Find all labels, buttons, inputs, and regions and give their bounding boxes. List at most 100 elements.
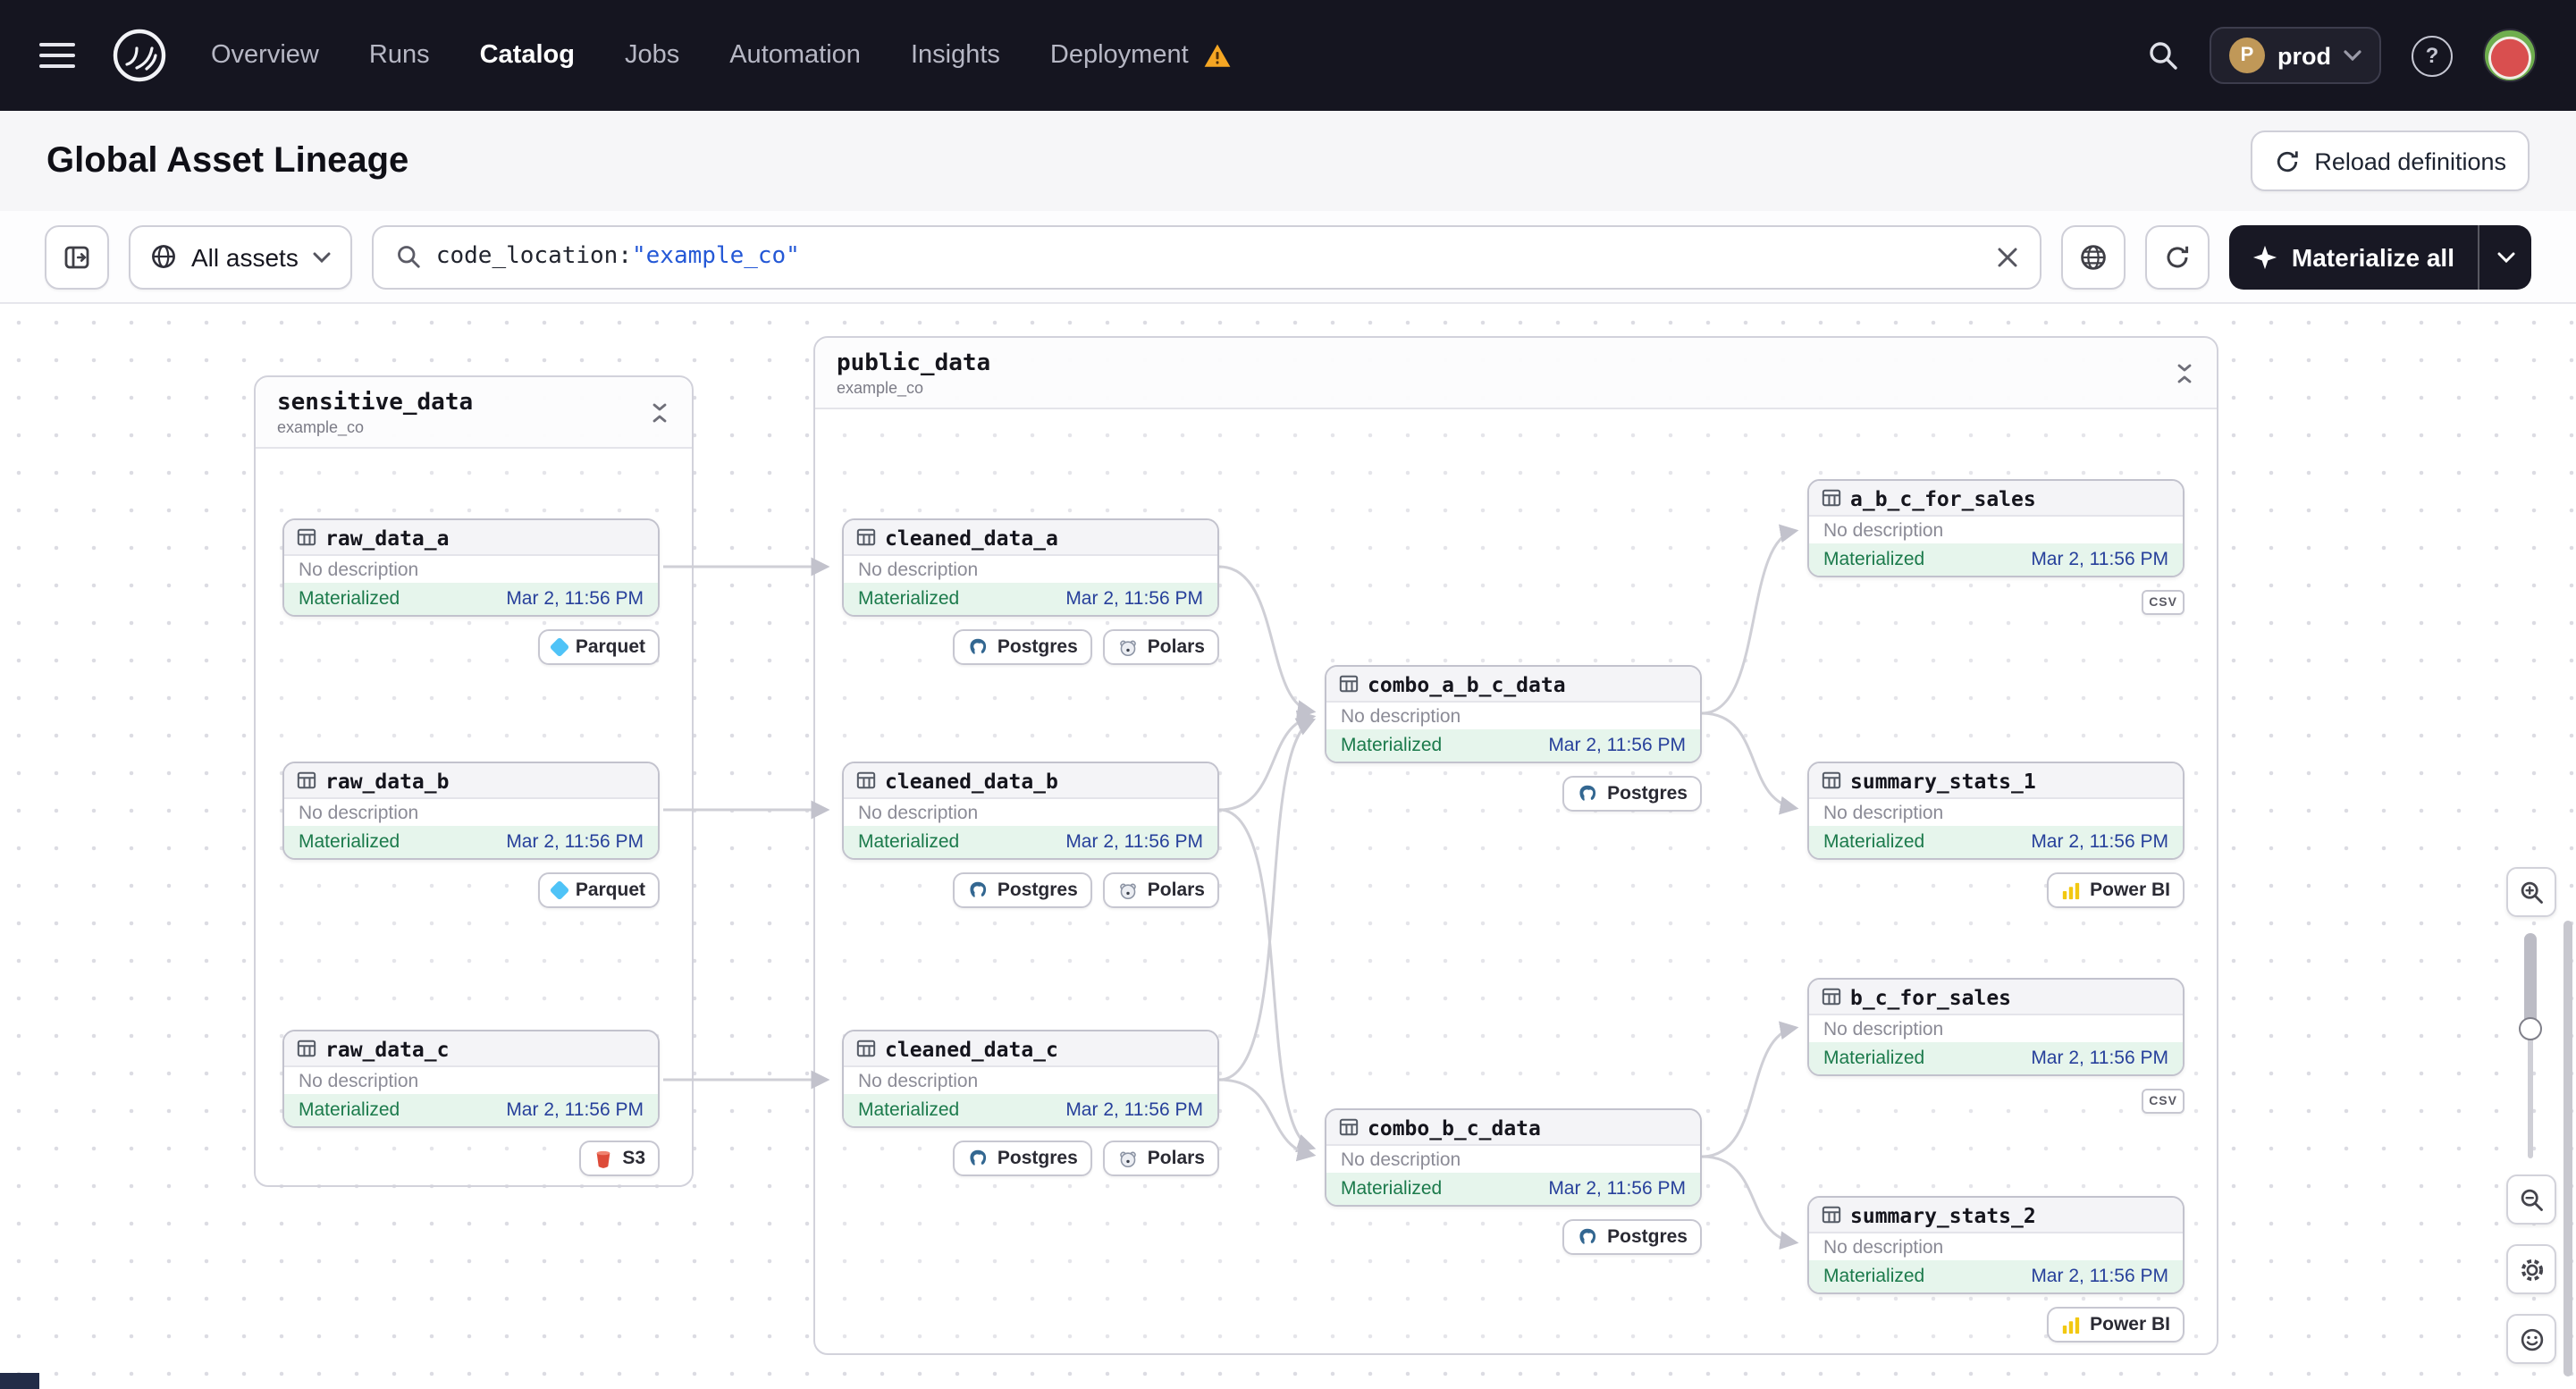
tag-csv[interactable]: CSV [2142, 590, 2185, 615]
refresh-button[interactable] [2144, 224, 2210, 289]
tag-label: Postgres [1607, 783, 1688, 804]
asset-tags: Parquet [282, 629, 660, 665]
nav-item-catalog[interactable]: Catalog [480, 41, 575, 70]
dagster-logo-icon[interactable] [111, 27, 168, 84]
asset-node-summary-stats-1[interactable]: summary_stats_1 No description Materiali… [1807, 762, 2185, 860]
globe-icon [150, 243, 177, 270]
asset-node-b-c-for-sales[interactable]: b_c_for_sales No description Materialize… [1807, 978, 2185, 1076]
asset-timestamp: Mar 2, 11:56 PM [2031, 1266, 2168, 1287]
hamburger-menu-icon[interactable] [39, 43, 75, 68]
table-icon [856, 770, 876, 790]
zoom-in-button[interactable] [2506, 867, 2556, 917]
deployment-switcher[interactable]: P prod [2210, 27, 2381, 84]
group-name: sensitive_data [277, 389, 474, 416]
asset-node-summary-stats-2[interactable]: summary_stats_2 No description Materiali… [1807, 1196, 2185, 1294]
tag-csv[interactable]: CSV [2142, 1089, 2185, 1114]
settings-gear-button[interactable] [2506, 1244, 2556, 1294]
nav-label: Automation [729, 41, 861, 70]
tag-postgres[interactable]: Postgres [952, 629, 1092, 665]
nav-label: Catalog [479, 41, 575, 70]
deployment-label: prod [2277, 42, 2331, 69]
nav-item-runs[interactable]: Runs [369, 41, 430, 70]
asset-status: Materialized [1341, 735, 1443, 756]
asset-description: No description [1823, 519, 1944, 541]
vertical-scrollbar[interactable] [2563, 921, 2572, 1376]
asset-tags: Postgres [1325, 776, 1702, 812]
powerbi-icon [2061, 880, 2081, 900]
tag-postgres[interactable]: Postgres [952, 1141, 1092, 1176]
postgres-icon [1577, 783, 1598, 804]
tag-parquet[interactable]: Parquet [537, 872, 660, 908]
tag-polars[interactable]: Polars [1102, 1141, 1219, 1176]
postgres-icon [1577, 1226, 1598, 1248]
tag-polars[interactable]: Polars [1102, 872, 1219, 908]
reload-definitions-label: Reload definitions [2314, 147, 2506, 174]
collapse-group-icon[interactable] [2174, 362, 2195, 383]
tag-label: Polars [1147, 880, 1205, 901]
postgres-icon [967, 1148, 989, 1169]
tag-parquet[interactable]: Parquet [537, 629, 660, 665]
tag-postgres[interactable]: Postgres [1562, 1219, 1702, 1255]
toggle-sidebar-button[interactable] [45, 224, 109, 289]
nav-item-deployment[interactable]: Deployment [1050, 41, 1232, 70]
search-query-key: code_location: [435, 243, 632, 270]
asset-name: combo_b_c_data [1368, 1115, 1541, 1140]
asset-search-input[interactable]: code_location: "example_co" [371, 224, 2041, 289]
asset-node-cleaned-data-a[interactable]: cleaned_data_a No description Materializ… [842, 518, 1219, 617]
asset-node-raw-data-a[interactable]: raw_data_a No description Materialized Ma… [282, 518, 660, 617]
zoom-out-button[interactable] [2506, 1174, 2556, 1225]
clear-search-button[interactable] [1997, 246, 2018, 267]
asset-node-raw-data-b[interactable]: raw_data_b No description Materialized Ma… [282, 762, 660, 860]
tag-label: Parquet [575, 636, 645, 658]
help-button[interactable]: ? [2412, 35, 2453, 76]
asset-node-combo-b-c-data[interactable]: combo_b_c_data No description Materializ… [1325, 1108, 1702, 1207]
asset-status: Materialized [1823, 831, 1925, 853]
tag-postgres[interactable]: Postgres [1562, 776, 1702, 812]
group-header[interactable]: public_data example_co [815, 338, 2217, 409]
nav-item-jobs[interactable]: Jobs [625, 41, 679, 70]
asset-timestamp: Mar 2, 11:56 PM [2031, 549, 2168, 570]
tag-s3[interactable]: S3 [579, 1141, 660, 1176]
tag-postgres[interactable]: Postgres [952, 872, 1092, 908]
asset-description: No description [1823, 1018, 1944, 1040]
asset-node-cleaned-data-c[interactable]: cleaned_data_c No description Materializ… [842, 1030, 1219, 1128]
asset-filter-dropdown[interactable]: All assets [129, 224, 352, 289]
nav-item-automation[interactable]: Automation [729, 41, 861, 70]
asset-status: Materialized [299, 831, 400, 853]
materialize-all-main[interactable]: Materialize all [2229, 224, 2478, 289]
zoom-slider-track-upper[interactable] [2524, 933, 2537, 1030]
tag-label: Power BI [2090, 880, 2170, 901]
asset-node-cleaned-data-b[interactable]: cleaned_data_b No description Materializ… [842, 762, 1219, 860]
materialize-all-button[interactable]: Materialize all [2228, 224, 2531, 289]
asset-node-combo-a-b-c-data[interactable]: combo_a_b_c_data No description Material… [1325, 665, 1702, 763]
lineage-canvas[interactable]: sensitive_data example_co public_data ex… [0, 304, 2576, 1389]
tag-label: Postgres [997, 636, 1078, 658]
feedback-smiley-button[interactable] [2506, 1314, 2556, 1364]
lineage-toolbar: All assets code_location: "example_co" M… [0, 211, 2576, 304]
tag-powerbi[interactable]: Power BI [2047, 872, 2185, 908]
asset-description: No description [299, 802, 419, 823]
materialize-all-dropdown[interactable] [2478, 224, 2531, 289]
group-header[interactable]: sensitive_data example_co [256, 377, 692, 449]
reload-icon [2273, 147, 2300, 174]
asset-node-raw-data-c[interactable]: raw_data_c No description Materialized Ma… [282, 1030, 660, 1128]
asset-name: raw_data_b [325, 768, 450, 793]
nav-item-insights[interactable]: Insights [911, 41, 1000, 70]
table-icon [297, 527, 316, 547]
search-icon[interactable] [2147, 39, 2179, 72]
tag-powerbi[interactable]: Power BI [2047, 1307, 2185, 1343]
asset-timestamp: Mar 2, 11:56 PM [1548, 1178, 1686, 1200]
postgres-icon [967, 880, 989, 901]
tag-polars[interactable]: Polars [1102, 629, 1219, 665]
nav-item-overview[interactable]: Overview [211, 41, 319, 70]
table-icon [1822, 1205, 1841, 1225]
zoom-slider-handle[interactable] [2519, 1017, 2542, 1040]
reload-definitions-button[interactable]: Reload definitions [2250, 130, 2530, 191]
graph-settings-button[interactable] [2060, 224, 2126, 289]
asset-node-a-b-c-for-sales[interactable]: a_b_c_for_sales No description Materiali… [1807, 479, 2185, 577]
materialize-all-label: Materialize all [2291, 242, 2454, 271]
user-avatar[interactable] [2483, 29, 2537, 82]
asset-timestamp: Mar 2, 11:56 PM [2031, 1048, 2168, 1069]
collapse-group-icon[interactable] [649, 401, 670, 423]
zoom-slider-track-lower[interactable] [2528, 1030, 2533, 1158]
